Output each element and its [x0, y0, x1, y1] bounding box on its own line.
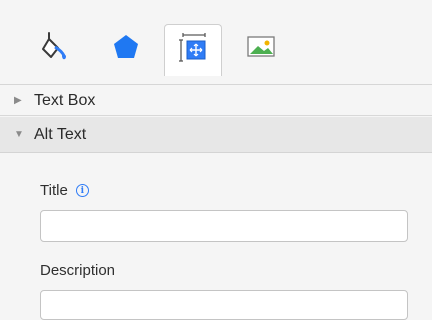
disclosure-down-icon: ▼ — [14, 129, 24, 140]
pentagon-shape-icon — [112, 33, 140, 66]
title-label-text: Title — [40, 182, 68, 199]
description-input[interactable] — [40, 290, 408, 320]
description-label: Description — [40, 262, 116, 279]
tab-fill[interactable] — [26, 24, 84, 74]
size-position-icon — [178, 32, 208, 69]
disclosure-right-icon: ▶ — [14, 95, 22, 106]
tab-shape[interactable] — [97, 24, 155, 74]
info-icon[interactable]: i — [75, 184, 89, 197]
tab-size-position[interactable] — [164, 24, 222, 76]
section-text-box-header[interactable]: ▶ Text Box — [0, 86, 432, 116]
paint-bucket-icon — [40, 31, 70, 68]
toolbar-divider — [0, 84, 432, 85]
title-input[interactable] — [40, 210, 408, 242]
section-alt-text-header[interactable]: ▼ Alt Text — [0, 117, 432, 153]
formatting-toolbar — [0, 0, 432, 86]
picture-icon — [246, 34, 276, 65]
section-alt-text-label: Alt Text — [34, 125, 87, 143]
title-label: Title i — [40, 182, 89, 199]
section-text-box-label: Text Box — [34, 91, 96, 109]
tab-picture[interactable] — [232, 24, 290, 74]
